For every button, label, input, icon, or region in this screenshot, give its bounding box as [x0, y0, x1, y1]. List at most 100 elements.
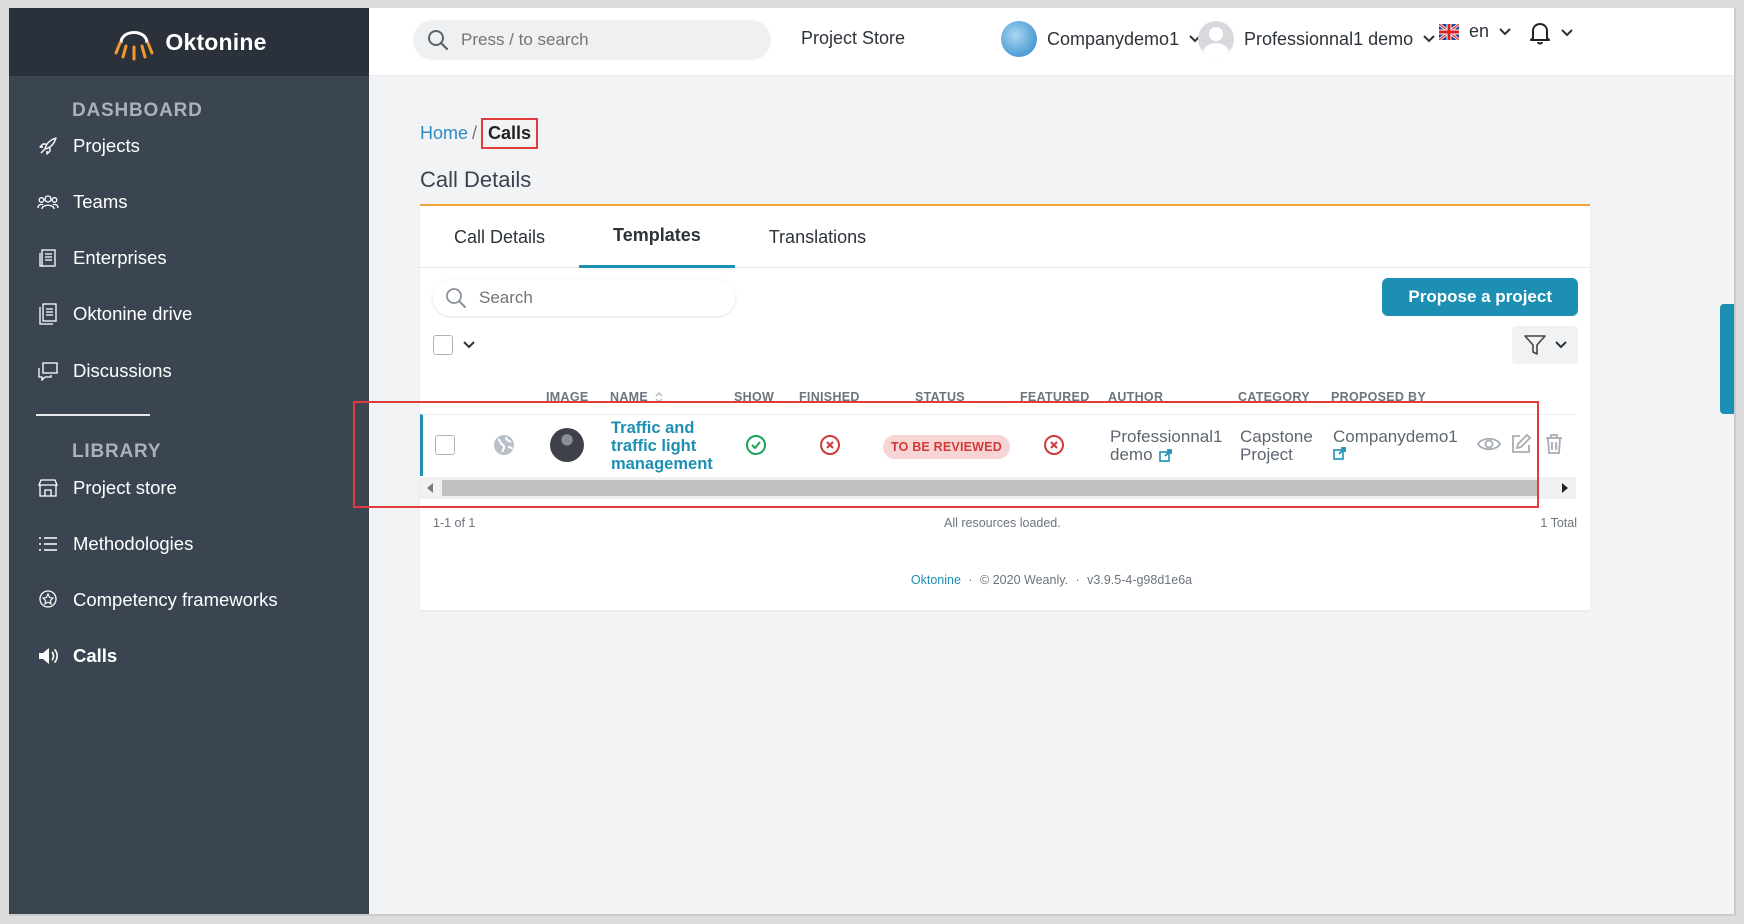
- scrollbar-thumb[interactable]: [442, 480, 1538, 496]
- sidebar-item-label: Competency frameworks: [73, 589, 278, 610]
- megaphone-icon: [37, 645, 59, 667]
- sidebar-item-enterprises[interactable]: Enterprises: [37, 238, 167, 278]
- tab-templates[interactable]: Templates: [579, 206, 735, 268]
- chevron-down-icon: [1561, 29, 1573, 37]
- global-search-input[interactable]: [461, 30, 721, 50]
- breadcrumb-separator: /: [472, 123, 478, 143]
- author-line: Professionnal1: [1110, 427, 1223, 446]
- project-store-link[interactable]: Project Store: [801, 28, 905, 49]
- breadcrumb: Home / Calls: [420, 118, 539, 149]
- scroll-left-arrow[interactable]: [427, 483, 433, 493]
- sidebar-item-project-store[interactable]: Project store: [37, 468, 177, 508]
- col-author: AUTHOR: [1108, 390, 1164, 404]
- row-name-line: traffic light: [611, 437, 697, 455]
- category-line: Project: [1240, 445, 1293, 464]
- tab-translations[interactable]: Translations: [735, 206, 900, 268]
- row-author[interactable]: Professionnal1 demo: [1110, 428, 1222, 464]
- company-avatar: [1001, 21, 1037, 57]
- notifications[interactable]: [1529, 21, 1573, 45]
- global-search[interactable]: [413, 20, 771, 60]
- col-finished: FINISHED: [799, 390, 860, 404]
- chevron-down-icon: [1555, 341, 1567, 349]
- sidebar-item-label: Teams: [73, 191, 128, 212]
- row-checkbox[interactable]: [435, 435, 455, 455]
- tab-bar: Call Details Templates Translations: [420, 206, 1590, 268]
- finished-cross-icon: [819, 434, 841, 461]
- row-name-line: management: [611, 455, 713, 473]
- sidebar: Oktonine DASHBOARD Projects Teams Enterp…: [9, 8, 369, 914]
- sidebar-item-teams[interactable]: Teams: [37, 182, 128, 222]
- feedback-side-tab[interactable]: [1720, 304, 1734, 414]
- row-thumbnail: [550, 428, 584, 462]
- footer-copyright: © 2020 Weanly.: [980, 573, 1069, 587]
- filter-icon: [1524, 335, 1546, 355]
- badge-icon: [37, 589, 59, 611]
- author-line: demo: [1110, 445, 1153, 464]
- sidebar-item-label: Methodologies: [73, 533, 194, 554]
- search-icon: [446, 288, 466, 308]
- logo-text: Oktonine: [165, 28, 267, 55]
- filter-button[interactable]: [1512, 326, 1578, 364]
- octopus-logo-icon: [114, 31, 154, 61]
- table-header: IMAGE NAME SHOW FINISHED STATUS FEATURED…: [420, 386, 1590, 410]
- templates-search-input[interactable]: [479, 288, 709, 308]
- chevron-down-icon[interactable]: [463, 341, 475, 349]
- sidebar-item-competency-frameworks[interactable]: Competency frameworks: [37, 580, 278, 620]
- footer-version: v3.9.5-4-g98d1e6a: [1087, 573, 1193, 587]
- page-title: Call Details: [420, 167, 532, 192]
- enterprise-icon: [37, 247, 59, 269]
- store-icon: [37, 477, 59, 499]
- sidebar-item-methodologies[interactable]: Methodologies: [37, 524, 193, 564]
- sidebar-item-label: Project store: [73, 477, 177, 498]
- sidebar-item-projects[interactable]: Projects: [37, 126, 140, 166]
- language-label: en: [1469, 21, 1490, 41]
- uk-flag-icon: [1439, 23, 1459, 40]
- call-details-card: Call Details Templates Translations Prop…: [420, 204, 1590, 610]
- logo[interactable]: Oktonine: [9, 8, 369, 76]
- breadcrumb-current: Calls: [481, 118, 539, 149]
- select-all-checkbox[interactable]: [433, 335, 453, 355]
- discussion-icon: [37, 360, 59, 382]
- col-name[interactable]: NAME: [610, 390, 664, 404]
- sidebar-item-drive[interactable]: Oktonine drive: [37, 294, 192, 334]
- sidebar-section-dashboard: DASHBOARD: [72, 100, 203, 121]
- select-all[interactable]: [433, 335, 475, 355]
- row-name-link[interactable]: Traffic and traffic light management: [611, 419, 713, 473]
- company-switcher[interactable]: Companydemo1: [1001, 21, 1201, 57]
- sidebar-item-label: Discussions: [73, 360, 172, 381]
- view-icon[interactable]: [1476, 434, 1502, 459]
- col-image: IMAGE: [546, 390, 589, 404]
- table-row[interactable]: Traffic and traffic light management TO …: [420, 414, 1576, 476]
- tab-call-details[interactable]: Call Details: [420, 206, 579, 268]
- breadcrumb-home[interactable]: Home: [420, 123, 468, 144]
- external-link-icon[interactable]: [1158, 448, 1172, 462]
- team-icon: [37, 191, 59, 213]
- row-category: Capstone Project: [1240, 428, 1313, 464]
- sidebar-item-label: Calls: [73, 645, 118, 666]
- search-icon: [428, 30, 449, 51]
- sidebar-section-library: LIBRARY: [72, 441, 162, 462]
- footer-brand-link[interactable]: Oktonine: [911, 573, 961, 587]
- edit-icon[interactable]: [1510, 433, 1532, 460]
- horizontal-scrollbar[interactable]: [420, 477, 1576, 499]
- external-link-icon[interactable]: [1333, 447, 1346, 460]
- list-icon: [37, 533, 59, 555]
- col-category: CATEGORY: [1238, 390, 1310, 404]
- language-switcher[interactable]: en: [1439, 21, 1511, 42]
- delete-icon[interactable]: [1544, 433, 1564, 460]
- propose-project-button[interactable]: Propose a project: [1382, 278, 1578, 316]
- topbar: Project Store Companydemo1 Professionnal…: [369, 8, 1734, 76]
- show-check-icon: [745, 434, 767, 461]
- footer-dot: ·: [1075, 573, 1080, 587]
- templates-search[interactable]: [433, 280, 735, 316]
- drive-icon: [37, 303, 59, 325]
- col-name-label: NAME: [610, 390, 649, 404]
- sidebar-item-calls[interactable]: Calls: [37, 636, 117, 676]
- scroll-right-arrow[interactable]: [1562, 483, 1568, 493]
- user-menu[interactable]: Professionnal1 demo: [1198, 21, 1435, 57]
- site-footer: Oktonine · © 2020 Weanly. · v3.9.5-4-g98…: [369, 573, 1734, 587]
- app-window: Oktonine DASHBOARD Projects Teams Enterp…: [9, 8, 1736, 916]
- sidebar-item-label: Oktonine drive: [73, 303, 193, 324]
- sidebar-item-discussions[interactable]: Discussions: [37, 351, 172, 391]
- row-proposed-by[interactable]: Companydemo1: [1333, 428, 1458, 464]
